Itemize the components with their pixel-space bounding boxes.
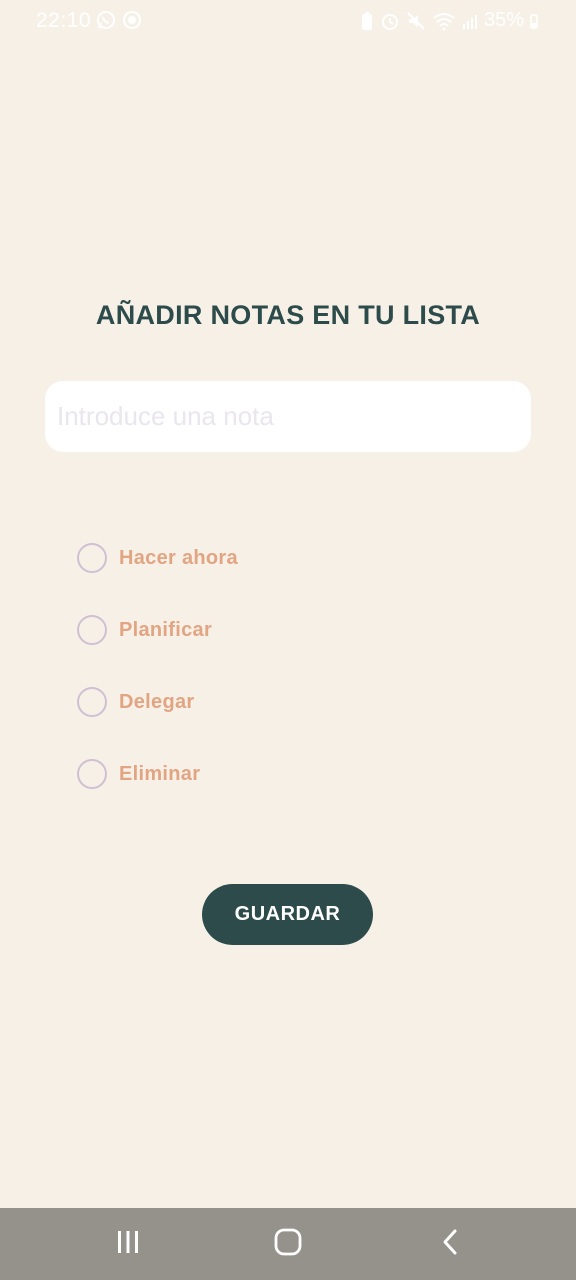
- radio-label: Eliminar: [119, 763, 201, 785]
- note-input[interactable]: [45, 381, 531, 452]
- recent-apps-button[interactable]: [108, 1226, 148, 1262]
- radio-circle[interactable]: [77, 759, 107, 789]
- back-button[interactable]: [430, 1226, 470, 1262]
- home-button[interactable]: [268, 1226, 308, 1262]
- record-icon: [122, 10, 142, 30]
- battery-icon: [530, 13, 538, 29]
- priority-radio-group: Hacer ahora Planificar Delegar Eliminar: [77, 540, 238, 828]
- radio-circle[interactable]: [77, 615, 107, 645]
- radio-label: Delegar: [119, 691, 195, 713]
- home-icon: [273, 1227, 303, 1262]
- radio-label: Planificar: [119, 619, 213, 641]
- status-left-icons: [96, 10, 142, 30]
- recent-apps-icon: [114, 1228, 142, 1261]
- mute-icon: [406, 11, 426, 31]
- status-right: 35%: [360, 9, 538, 32]
- wifi-icon: [432, 11, 456, 31]
- radio-option-delegar[interactable]: Delegar: [77, 684, 238, 756]
- alarm-icon: [380, 11, 400, 31]
- page-title: AÑADIR NOTAS EN TU LISTA: [95, 300, 481, 330]
- navigation-bar: [0, 1208, 576, 1280]
- radio-label: Hacer ahora: [119, 547, 238, 569]
- battery-saver-icon: [360, 11, 374, 31]
- signal-icon: [462, 12, 478, 30]
- radio-option-eliminar[interactable]: Eliminar: [77, 756, 238, 828]
- battery-percent: 35%: [483, 9, 524, 31]
- radio-circle[interactable]: [77, 687, 107, 717]
- radio-option-hacer-ahora[interactable]: Hacer ahora: [77, 540, 238, 612]
- save-button[interactable]: GUARDAR: [202, 884, 373, 945]
- status-time: 22:10: [36, 9, 92, 32]
- back-icon: [438, 1227, 462, 1262]
- radio-circle[interactable]: [77, 543, 107, 573]
- whatsapp-icon: [96, 10, 116, 30]
- radio-option-planificar[interactable]: Planificar: [77, 612, 238, 684]
- status-bar: 22:10 35%: [0, 0, 576, 42]
